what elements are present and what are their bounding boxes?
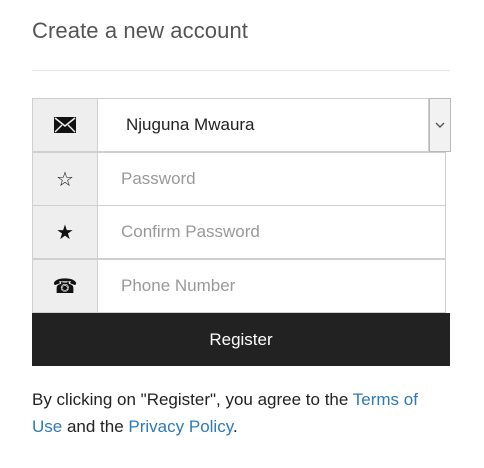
- privacy-policy-link[interactable]: Privacy Policy: [128, 417, 233, 436]
- phone-icon: ☎: [32, 259, 97, 313]
- register-button[interactable]: Register: [32, 313, 450, 366]
- name-select-value[interactable]: Njuguna Mwaura: [97, 98, 429, 152]
- terms-middle: and the: [62, 417, 129, 436]
- star-filled-icon: ★: [32, 205, 97, 259]
- password-input[interactable]: Password: [97, 152, 446, 206]
- password-row: ☆ Password: [32, 152, 446, 206]
- title-divider: [32, 70, 450, 71]
- chevron-down-icon[interactable]: [429, 98, 451, 152]
- confirm-password-input[interactable]: Confirm Password: [97, 205, 446, 259]
- name-row: Njuguna Mwaura: [32, 98, 451, 152]
- terms-prefix: By clicking on "Register", you agree to …: [32, 390, 353, 409]
- terms-text: By clicking on "Register", you agree to …: [32, 386, 452, 440]
- terms-suffix: .: [232, 417, 238, 436]
- phone-input[interactable]: Phone Number: [97, 259, 446, 313]
- name-select[interactable]: Njuguna Mwaura: [97, 98, 451, 152]
- star-outline-icon: ☆: [32, 152, 97, 206]
- confirm-password-row: ★ Confirm Password: [32, 205, 446, 259]
- phone-row: ☎ Phone Number: [32, 259, 446, 313]
- page-title: Create a new account: [32, 18, 249, 43]
- envelope-icon: [32, 98, 97, 152]
